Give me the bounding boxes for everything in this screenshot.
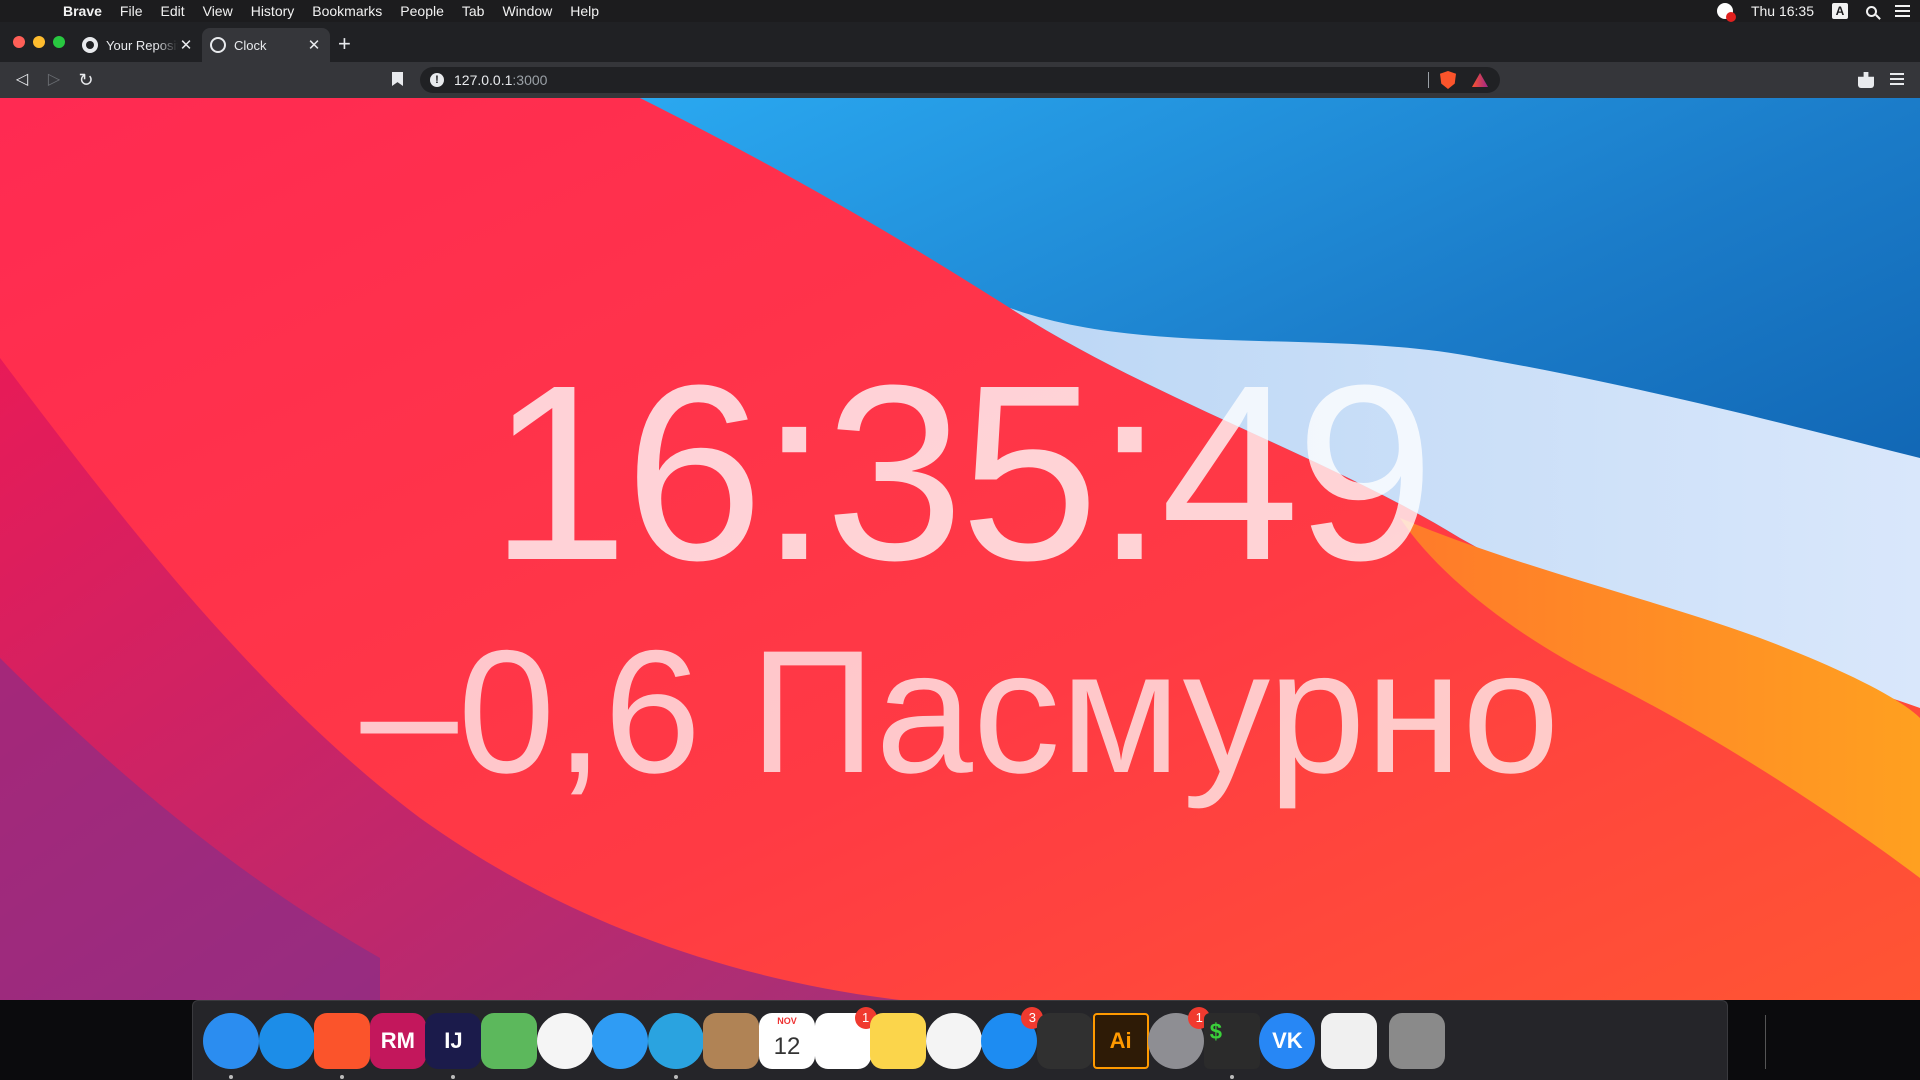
url-text[interactable]: 127.0.0.1:3000 <box>454 67 547 93</box>
address-bar[interactable]: ! 127.0.0.1:3000 <box>420 67 1500 93</box>
extensions-icon[interactable] <box>1858 72 1874 88</box>
github-icon <box>82 37 98 53</box>
forward-icon[interactable]: ▷ <box>44 70 64 90</box>
running-indicator <box>1229 1075 1234 1079</box>
menu-app-name[interactable]: Brave <box>54 0 111 22</box>
dock-brave-icon[interactable] <box>314 1013 371 1079</box>
url-port: :3000 <box>512 72 548 88</box>
menu-view[interactable]: View <box>194 0 242 22</box>
dock-safari-icon[interactable] <box>258 1013 315 1069</box>
tab-strip: Your Reposit ✕ Clock ✕ + <box>0 22 1920 62</box>
tab-title: Your Reposit <box>106 37 178 53</box>
brave-status-icon[interactable] <box>1716 3 1736 22</box>
dock-telegram-icon[interactable] <box>647 1013 704 1079</box>
tab-your-repositories[interactable]: Your Reposit ✕ <box>74 28 202 62</box>
dock-messages-icon[interactable] <box>592 1013 649 1069</box>
notification-center-icon[interactable] <box>1895 5 1910 17</box>
dock-separator <box>1765 1015 1766 1069</box>
dock-vk-icon[interactable]: VK <box>1259 1013 1316 1069</box>
dock-calendar-icon[interactable]: NOV 12 <box>759 1013 815 1069</box>
menu-history[interactable]: History <box>242 0 304 22</box>
omnibox-divider <box>1428 72 1429 88</box>
running-indicator <box>340 1075 345 1079</box>
dock-illustrator-icon[interactable]: Ai <box>1092 1013 1149 1069</box>
dock-app-store-icon[interactable]: 3 <box>981 1007 1044 1069</box>
menu-file[interactable]: File <box>111 0 152 22</box>
menu-window[interactable]: Window <box>493 0 561 22</box>
dock-icon-label: VK <box>1272 1028 1303 1053</box>
running-indicator <box>229 1075 233 1079</box>
menu-tab[interactable]: Tab <box>453 0 494 22</box>
zoom-window-button[interactable] <box>53 36 65 48</box>
dock-system-preferences-icon[interactable]: 1 <box>1148 1007 1211 1069</box>
dock: RM IJ NOV 12 1 3 Ai 1 $ VK <box>192 1000 1766 1080</box>
dock-maps-icon[interactable] <box>481 1013 537 1069</box>
browser-menu-icon[interactable] <box>1890 73 1904 85</box>
running-indicator <box>673 1075 678 1079</box>
back-icon[interactable]: ◁ <box>12 70 32 90</box>
dock-icon-label: Ai <box>1109 1028 1132 1053</box>
page-viewport: 16:35:49 –0,6 Пасмурно <box>0 98 1920 1000</box>
dock-terminal-icon[interactable]: $ <box>1203 1013 1260 1079</box>
dock-notes-icon[interactable] <box>870 1013 927 1069</box>
dock-icon-label: 12 <box>773 1033 801 1060</box>
menu-people[interactable]: People <box>391 0 453 22</box>
dock-itunes-icon[interactable] <box>925 1013 982 1069</box>
menu-edit[interactable]: Edit <box>151 0 193 22</box>
new-tab-button[interactable]: + <box>338 32 351 56</box>
dock-icon-label: $ <box>1209 1019 1223 1044</box>
reload-icon[interactable]: ↻ <box>76 70 96 90</box>
dock-activity-monitor-icon[interactable] <box>1321 1013 1377 1069</box>
weather-summary: –0,6 Пасмурно <box>360 615 1560 810</box>
minimize-window-button[interactable] <box>33 36 45 48</box>
dock-rubymine-icon[interactable]: RM <box>369 1013 426 1069</box>
window-controls <box>13 36 65 48</box>
running-indicator <box>451 1075 456 1079</box>
bookmark-icon[interactable] <box>392 72 403 86</box>
menu-bookmarks[interactable]: Bookmarks <box>303 0 391 22</box>
spotlight-search-icon[interactable] <box>1866 5 1877 17</box>
calendar-month-label: NOV <box>777 1016 797 1026</box>
dock-finder-icon[interactable] <box>203 1013 259 1079</box>
menubar-clock[interactable]: Thu 16:35 <box>1751 3 1814 19</box>
input-source-icon[interactable]: A <box>1832 3 1848 19</box>
dock-icon-label: RM <box>380 1028 415 1053</box>
close-tab-icon[interactable]: ✕ <box>178 36 194 54</box>
close-tab-icon[interactable]: ✕ <box>306 36 322 54</box>
dock-reminders-icon[interactable]: 1 <box>814 1007 877 1069</box>
macos-menu-bar: Brave File Edit View History Bookmarks P… <box>0 0 1920 22</box>
url-host: 127.0.0.1 <box>454 72 513 88</box>
dock-final-cut-pro-icon[interactable] <box>1037 1013 1093 1069</box>
site-info-icon[interactable]: ! <box>430 73 444 87</box>
dock-contacts-icon[interactable] <box>703 1013 760 1069</box>
dock-icon-label: IJ <box>444 1028 463 1053</box>
tab-clock[interactable]: Clock ✕ <box>202 28 330 62</box>
close-window-button[interactable] <box>13 36 25 48</box>
clock-time: 16:35:49 <box>489 333 1434 612</box>
dock-trash-icon[interactable] <box>1389 1013 1445 1069</box>
browser-toolbar: ◁ ▷ ↻ ! 127.0.0.1:3000 <box>0 62 1920 98</box>
brave-shields-icon[interactable] <box>1440 71 1456 89</box>
brave-rewards-icon[interactable] <box>1472 73 1488 87</box>
tab-title: Clock <box>234 37 267 53</box>
menu-help[interactable]: Help <box>561 0 608 22</box>
dock-intellij-idea-icon[interactable]: IJ <box>425 1013 482 1079</box>
dock-photos-icon[interactable] <box>536 1013 593 1069</box>
globe-icon <box>210 37 226 53</box>
